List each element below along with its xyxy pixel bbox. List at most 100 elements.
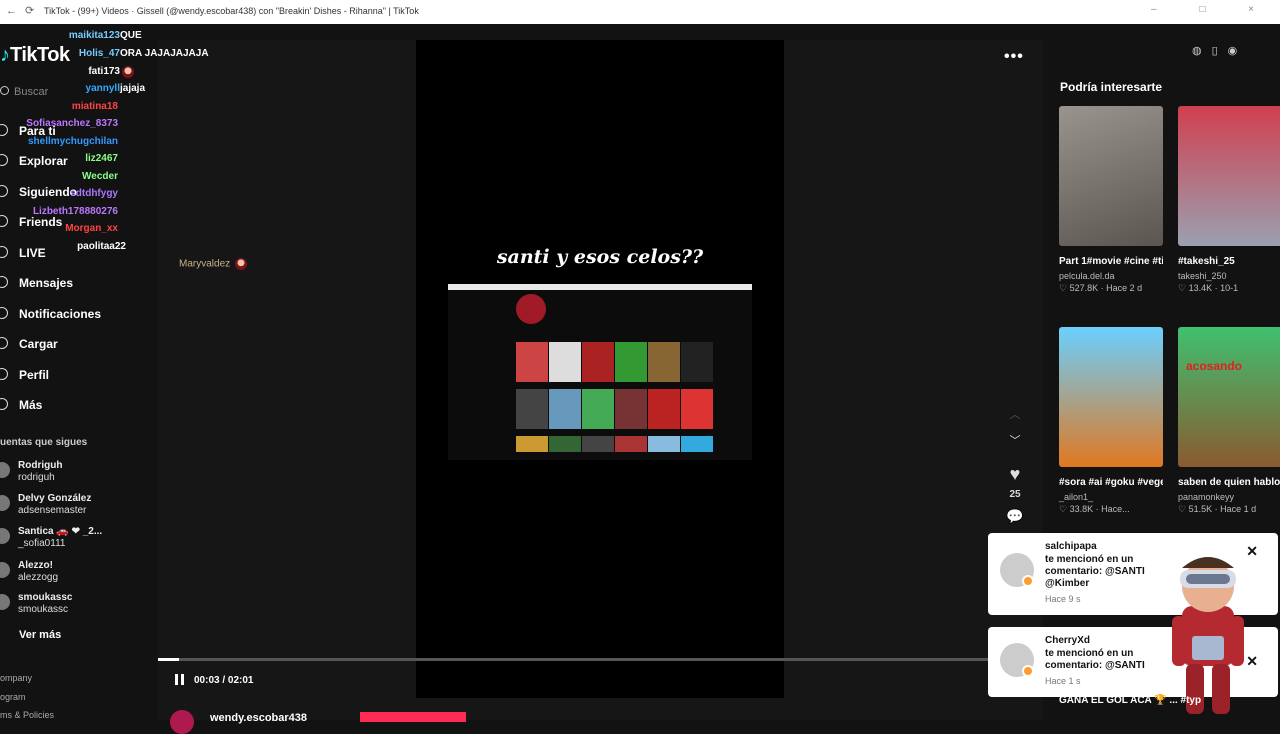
chat-user: maikita123 xyxy=(68,30,120,41)
chevron-down-icon[interactable]: ﹀ xyxy=(1000,432,1030,448)
suggestion-stats: ♡ 13.4K · 10-1 xyxy=(1178,283,1239,293)
footer-link[interactable]: ogram xyxy=(0,692,26,702)
chevron-up-icon[interactable]: ︿ xyxy=(1000,406,1030,422)
chat-user: shellmychugchilan xyxy=(27,136,118,147)
thumbnail xyxy=(615,436,647,452)
chat-message: Holis_47 ORA JAJAJAJAJA xyxy=(0,48,209,64)
video-time: 00:03 / 02:01 xyxy=(194,675,254,686)
account-handle: alezzogg xyxy=(18,572,59,583)
author-avatar[interactable] xyxy=(170,710,194,734)
nav-label: Perfil xyxy=(19,368,50,382)
account-name: Santica 🚗 ❤ _2... xyxy=(18,526,103,537)
screenshot-profile-avatar xyxy=(516,294,546,324)
account-handle: rodriguh xyxy=(18,472,55,483)
avatar-emoji-icon xyxy=(120,66,134,78)
chat-message: Wecder xyxy=(0,171,118,187)
chat-message: miatina18 xyxy=(0,101,118,117)
nav-label: Mensajes xyxy=(19,276,74,290)
thumbnail xyxy=(582,389,614,429)
follow-button[interactable] xyxy=(360,712,466,722)
chat-message: liz2467 xyxy=(0,153,118,169)
nav-notificaciones[interactable]: Notificaciones xyxy=(0,303,150,325)
chat-message: paolitaa22 xyxy=(0,241,126,257)
account-handle: adsensemaster xyxy=(18,505,87,516)
more-options-icon[interactable]: ••• xyxy=(1004,48,1024,66)
followed-account[interactable]: Alezzo! alezzogg xyxy=(0,558,150,588)
thumbnail xyxy=(648,342,680,382)
browser-title-bar: ←⟳ TikTok - (99+) Videos · Gissell (@wen… xyxy=(0,0,1280,24)
thumbnail xyxy=(549,436,581,452)
thumbnail xyxy=(516,342,548,382)
player-controls-icons[interactable]: ◍▯◉ xyxy=(1192,44,1272,68)
account-name: smoukassc xyxy=(18,592,73,603)
suggestion-stats: ♡ 33.8K · Hace... xyxy=(1059,504,1130,514)
chat-user: yannyll xyxy=(85,83,120,94)
followed-account[interactable]: Delvy González adsensemaster xyxy=(0,491,150,521)
suggestion-stats: ♡ 51.5K · Hace 1 d xyxy=(1178,504,1257,514)
nav-cargar[interactable]: Cargar xyxy=(0,333,150,355)
thumbnail xyxy=(549,342,581,382)
thumbnail xyxy=(549,389,581,429)
author-name[interactable]: wendy.escobar438 xyxy=(210,712,307,724)
message-icon xyxy=(0,276,8,288)
avatar xyxy=(0,528,10,544)
thumbnail xyxy=(615,342,647,382)
nav-mas[interactable]: Más xyxy=(0,394,150,416)
footer-link[interactable]: ompany xyxy=(0,673,32,683)
video-progress-bar[interactable] xyxy=(158,658,988,661)
chat-user: Morgan_xx xyxy=(65,223,118,234)
nav-mensajes[interactable]: Mensajes xyxy=(0,272,150,294)
chat-user: Wecder xyxy=(82,171,118,182)
window-controls[interactable]: – □ × xyxy=(1151,4,1274,15)
nav-perfil[interactable]: Perfil xyxy=(0,364,150,386)
chat-text: ORA JAJAJAJAJA xyxy=(120,48,209,59)
video-player[interactable]: santi y esos celos?? xyxy=(416,40,784,698)
chat-message: Morgan_xx xyxy=(0,223,118,239)
nav-label: Notificaciones xyxy=(19,307,102,321)
comment-icon[interactable]: 💬 xyxy=(1000,508,1030,525)
video-screenshot-content xyxy=(448,284,752,460)
avatar xyxy=(0,495,10,511)
chat-text: jajaja xyxy=(120,83,146,94)
chat-user: Sofiasanchez_8373 xyxy=(26,118,118,129)
notification-body: te mencionó en un comentario: @SANTI @Ki… xyxy=(1045,554,1145,589)
followed-account[interactable]: smoukassc smoukassc xyxy=(0,590,150,620)
suggestion-card[interactable]: #takeshi_25 takeshi_250 ♡ 13.4K · 10-1 xyxy=(1178,106,1280,294)
suggestion-thumbnail xyxy=(1059,327,1163,467)
notification-body: te mencionó en un comentario: @SANTI xyxy=(1045,648,1145,671)
following-header: uentas que sigues xyxy=(0,437,88,448)
suggestion-author: _ailon1_ xyxy=(1059,492,1094,502)
chat-user: Lizbeth178880276 xyxy=(32,206,118,217)
account-name: Delvy González xyxy=(18,493,92,504)
thumbnail xyxy=(516,436,548,452)
nav-label: Más xyxy=(19,398,43,412)
bell-icon xyxy=(0,307,8,319)
heart-icon[interactable]: ♥ xyxy=(1000,464,1030,485)
video-caption: santi y esos celos?? xyxy=(496,246,704,268)
chat-user: liz2467 xyxy=(85,153,118,164)
window-title: TikTok - (99+) Videos · Gissell (@wendy.… xyxy=(44,6,419,16)
chat-user: paolitaa22 xyxy=(77,241,126,252)
suggestion-card[interactable]: acosando saben de quien hablo?! 😨 ... pa… xyxy=(1178,327,1280,515)
chat-user: Holis_47 xyxy=(78,48,120,59)
pause-icon[interactable] xyxy=(175,674,184,685)
suggestion-thumbnail: acosando xyxy=(1178,327,1280,467)
footer-link[interactable]: ms & Policies xyxy=(0,710,54,720)
followed-account[interactable]: Santica 🚗 ❤ _2... _sofia0111 xyxy=(0,524,150,554)
suggestion-author: pelcula.del.da xyxy=(1059,271,1115,281)
badge-icon xyxy=(1022,665,1034,677)
suggestion-title: #sora #ai #goku #vegeta... xyxy=(1059,477,1163,488)
avatar-emoji-icon xyxy=(234,258,247,270)
suggestion-card[interactable]: Part 1#movie #cine #tiktok pelcula.del.d… xyxy=(1059,106,1163,294)
followed-account[interactable]: Rodriguh rodriguh xyxy=(0,458,150,488)
suggestion-card[interactable]: #sora #ai #goku #vegeta... _ailon1_ ♡ 33… xyxy=(1059,327,1163,515)
see-more-link[interactable]: Ver más xyxy=(19,629,61,641)
suggestion-stats: ♡ 527.8K · Hace 2 d xyxy=(1059,283,1143,293)
chat-user: miatina18 xyxy=(71,101,118,112)
thumbnail xyxy=(681,436,713,452)
browser-nav-icons[interactable]: ←⟳ xyxy=(6,4,42,17)
like-count: 25 xyxy=(1009,489,1021,500)
chat-message: shellmychugchilan xyxy=(0,136,118,152)
account-name: Rodriguh xyxy=(18,460,63,471)
screenshot-thumbnail-grid xyxy=(516,342,726,459)
